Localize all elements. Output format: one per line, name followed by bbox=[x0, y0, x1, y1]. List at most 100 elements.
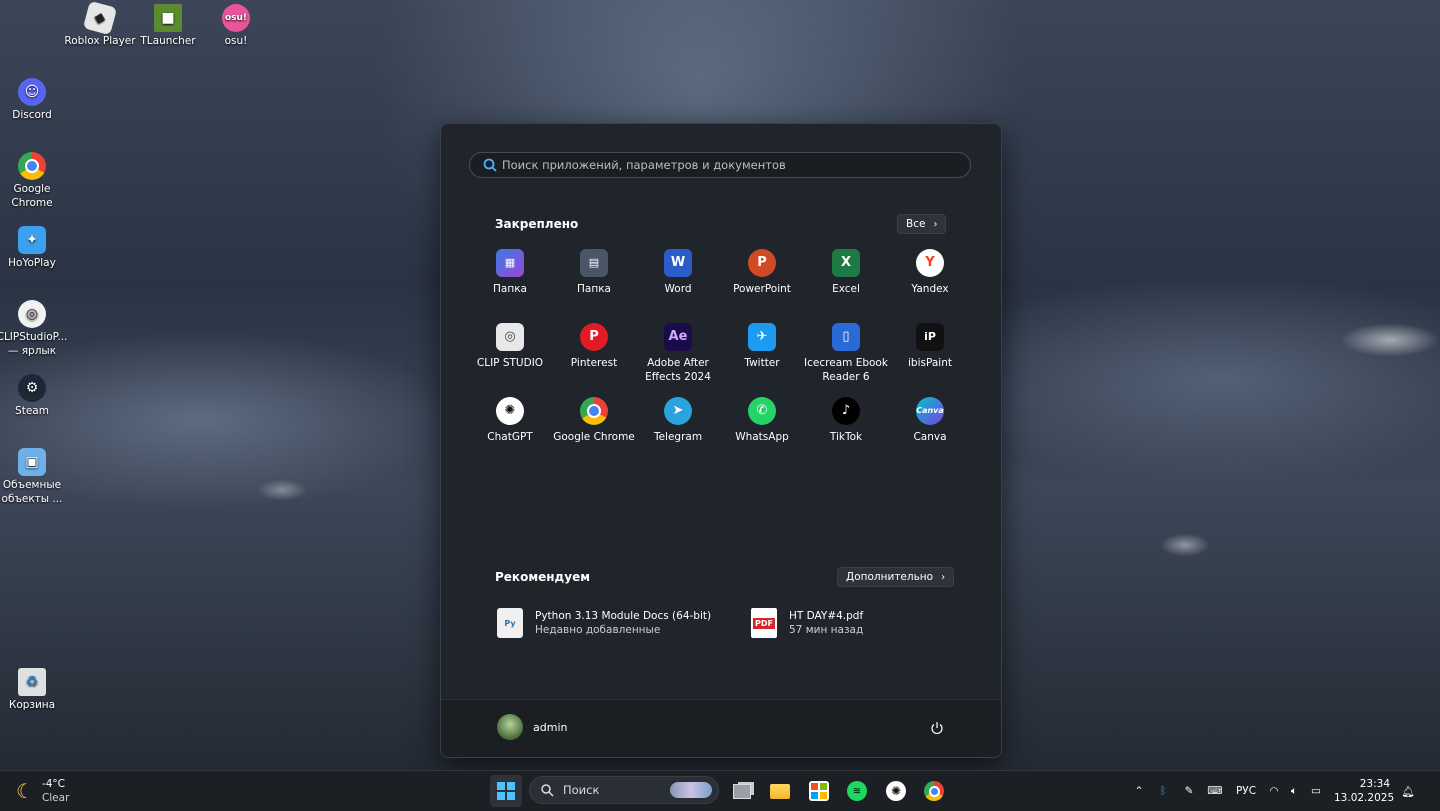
3d-objects-icon: ▣ bbox=[18, 448, 46, 476]
desktop-icon-hoyoplay[interactable]: ✦ HoYoPlay bbox=[0, 226, 68, 270]
pinned-app[interactable]: ♪ TikTok bbox=[804, 397, 888, 463]
pinned-app-label: ChatGPT bbox=[487, 431, 533, 443]
telegram-icon: ➤ bbox=[664, 397, 692, 425]
pinned-app-label: WhatsApp bbox=[735, 431, 789, 443]
volume-icon[interactable]: 🔈︎ bbox=[1284, 785, 1304, 798]
pinned-app[interactable]: ▦ Папка bbox=[468, 249, 552, 315]
desktop-icon-label: Корзина bbox=[8, 699, 56, 711]
pinned-app[interactable]: ✆ WhatsApp bbox=[720, 397, 804, 463]
all-apps-button[interactable]: Все › bbox=[897, 214, 947, 234]
desktop-icon-label: Google Chrome bbox=[11, 183, 53, 209]
weather-widget[interactable]: ☾ -4°C Clear bbox=[16, 777, 69, 805]
pinned-app-label: ibisPaint bbox=[908, 357, 952, 369]
keyboard-icon[interactable]: ⌨ bbox=[1202, 785, 1228, 797]
desktop-icon-osu[interactable]: osu! osu! bbox=[200, 4, 272, 48]
clock-time: 23:34 bbox=[1359, 778, 1390, 790]
recommended-item[interactable]: PDF HT DAY#4.pdf 57 мин назад bbox=[751, 608, 863, 638]
desktop-icon-discord[interactable]: ☺ Discord bbox=[0, 78, 68, 122]
recommended-item[interactable]: Py Python 3.13 Module Docs (64-bit) Неда… bbox=[497, 608, 711, 638]
search-input[interactable] bbox=[498, 158, 962, 172]
desktop-icon-recycle-bin[interactable]: ♻ Корзина bbox=[0, 668, 68, 712]
pinned-app-label: Canva bbox=[913, 431, 947, 443]
pinned-app[interactable]: X Excel bbox=[804, 249, 888, 315]
user-name: admin bbox=[533, 720, 568, 734]
folder-tools-icon: ▤ bbox=[580, 249, 608, 277]
desktop-icon-clip-studio[interactable]: ◎ CLIPStudioP... — ярлык bbox=[0, 300, 68, 358]
canva-icon: Canva bbox=[916, 397, 944, 425]
taskbar-search[interactable]: Поиск bbox=[529, 776, 719, 804]
pinned-app-label: Excel bbox=[832, 283, 860, 295]
tiktok-icon: ♪ bbox=[832, 397, 860, 425]
pinned-app[interactable]: Google Chrome bbox=[552, 397, 636, 463]
pinned-app-label: Telegram bbox=[653, 431, 703, 443]
desktop-icon-chrome[interactable]: Google Chrome bbox=[0, 152, 68, 210]
chatgpt-icon: ✺ bbox=[496, 397, 524, 425]
store-button[interactable] bbox=[806, 779, 832, 803]
desktop-icon-tlauncher[interactable]: ■ TLauncher bbox=[132, 4, 204, 48]
pinned-app-label: Icecream Ebook Reader 6 bbox=[804, 357, 888, 383]
discord-icon: ☺ bbox=[18, 78, 46, 106]
task-view-icon bbox=[733, 783, 751, 799]
pinned-title: Закреплено bbox=[495, 217, 579, 231]
clip-studio-icon: ◎ bbox=[18, 300, 46, 328]
bluetooth-icon[interactable]: ᛒ bbox=[1150, 785, 1176, 797]
pinned-app[interactable]: ▯ Icecream Ebook Reader 6 bbox=[804, 323, 888, 389]
power-button[interactable] bbox=[927, 718, 947, 738]
pinned-app[interactable]: iP ibisPaint bbox=[888, 323, 972, 389]
notification-bell-icon[interactable]: 🔔︎ bbox=[1396, 785, 1420, 798]
roblox-icon: ◆ bbox=[82, 0, 118, 36]
pinned-app[interactable]: ✈ Twitter bbox=[720, 323, 804, 389]
desktop-icon-label: Объемные объекты ... bbox=[1, 479, 63, 505]
chevron-up-icon[interactable]: ⌃ bbox=[1128, 785, 1150, 797]
task-view-button[interactable] bbox=[729, 779, 755, 803]
desktop-icon-steam[interactable]: ⚙ Steam bbox=[0, 374, 68, 418]
excel-icon: X bbox=[832, 249, 860, 277]
desktop-icon-3d-objects[interactable]: ▣ Объемные объекты ... bbox=[0, 448, 68, 506]
pen-icon[interactable]: ✎ bbox=[1176, 785, 1202, 797]
twitter-icon: ✈ bbox=[748, 323, 776, 351]
wifi-icon[interactable]: ◠ bbox=[1264, 785, 1284, 797]
spotify-icon: ≋ bbox=[847, 781, 867, 801]
desktop-icon-roblox[interactable]: ◆ Roblox Player bbox=[64, 0, 136, 48]
chrome-button[interactable] bbox=[921, 779, 947, 803]
recommended-title: Рекомендуем bbox=[495, 570, 591, 584]
start-button[interactable] bbox=[490, 775, 522, 807]
chatgpt-button[interactable]: ✺ bbox=[883, 779, 909, 803]
pinned-app[interactable]: Ae Adobe After Effects 2024 bbox=[636, 323, 720, 389]
battery-icon[interactable]: ▭ bbox=[1304, 785, 1328, 797]
start-menu: Закреплено Все › ▦ Папка ▤ Папка W Word … bbox=[440, 123, 1002, 758]
pinned-app-label: CLIP STUDIO bbox=[476, 357, 544, 369]
file-explorer-button[interactable] bbox=[767, 779, 793, 803]
pinned-app[interactable]: W Word bbox=[636, 249, 720, 315]
weather-desc: Clear bbox=[41, 792, 70, 804]
clock[interactable]: 23:34 13.02.2025 bbox=[1334, 777, 1394, 805]
desktop-icon-label: TLauncher bbox=[140, 35, 196, 47]
pinned-app[interactable]: ➤ Telegram bbox=[636, 397, 720, 463]
pdf-icon: PDF bbox=[751, 608, 777, 638]
taskbar-search-label: Поиск bbox=[563, 783, 600, 797]
user-account-button[interactable]: admin bbox=[497, 714, 567, 740]
pinned-app[interactable]: P PowerPoint bbox=[720, 249, 804, 315]
pinned-app[interactable]: P Pinterest bbox=[552, 323, 636, 389]
folder-apps-icon: ▦ bbox=[496, 249, 524, 277]
pinned-app[interactable]: ▤ Папка bbox=[552, 249, 636, 315]
pinned-app[interactable]: ✺ ChatGPT bbox=[468, 397, 552, 463]
steam-icon: ⚙ bbox=[18, 374, 46, 402]
yandex-icon: Y bbox=[916, 249, 944, 277]
pinned-app-label: Adobe After Effects 2024 bbox=[645, 357, 711, 383]
spotify-button[interactable]: ≋ bbox=[844, 779, 870, 803]
store-icon bbox=[809, 781, 829, 801]
more-button[interactable]: Дополнительно › bbox=[837, 567, 955, 587]
language-indicator[interactable]: РУС bbox=[1228, 785, 1264, 797]
chevron-right-icon: › bbox=[941, 571, 946, 583]
start-search-box[interactable] bbox=[469, 152, 971, 178]
pinned-app-label: Word bbox=[664, 283, 692, 295]
word-icon: W bbox=[664, 249, 692, 277]
pinned-app[interactable]: Y Yandex bbox=[888, 249, 972, 315]
search-highlight-icon bbox=[670, 782, 712, 798]
pinned-app[interactable]: Canva Canva bbox=[888, 397, 972, 463]
pinned-app[interactable]: ◎ CLIP STUDIO bbox=[468, 323, 552, 389]
chatgpt-icon: ✺ bbox=[886, 781, 906, 801]
recommended-item-subtitle: Недавно добавленные bbox=[535, 624, 661, 636]
desktop-icon-label: HoYoPlay bbox=[8, 257, 56, 269]
